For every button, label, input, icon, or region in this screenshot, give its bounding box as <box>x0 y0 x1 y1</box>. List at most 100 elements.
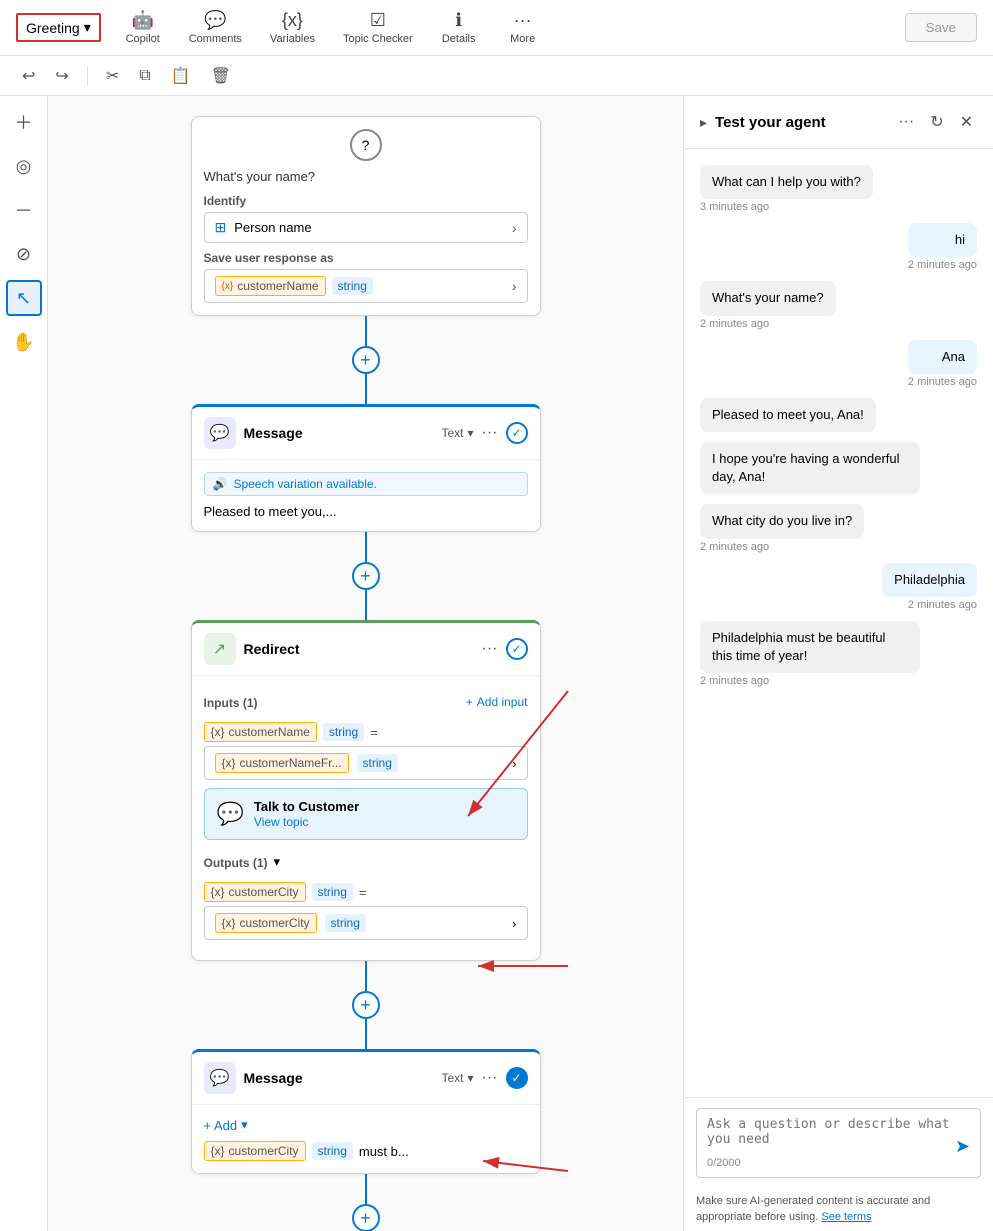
topic-checker-icon: ☑ <box>370 10 386 31</box>
input-var-row-2[interactable]: {x} customerNameFr... string › <box>204 746 528 780</box>
focus-button[interactable]: ◎ <box>6 148 42 184</box>
redirect-menu-btn[interactable]: ··· <box>482 640 498 658</box>
bubble-text-2: What's your name? <box>700 281 836 315</box>
chat-bubble-3: Ana 2 minutes ago <box>908 340 977 388</box>
var-chip: {x} customerName <box>215 276 326 296</box>
view-topic-link[interactable]: View topic <box>254 815 308 829</box>
toolbar-copilot[interactable]: 🤖 Copilot <box>113 6 173 49</box>
bubble-time-6: 2 minutes ago <box>700 541 864 553</box>
bubble-text-0: What can I help you with? <box>700 165 873 199</box>
output-var-chip-1: {x} customerCity <box>204 882 306 902</box>
output-type-2: string <box>325 914 366 932</box>
bubble-time-3: 2 minutes ago <box>908 376 977 388</box>
input-var-name-2: customerNameFr... <box>240 756 342 770</box>
chat-bubble-4: Pleased to meet you, Ana! <box>700 398 876 432</box>
disclaimer-link[interactable]: See terms <box>821 1211 871 1223</box>
connector-7 <box>365 1174 367 1204</box>
outputs-header: Outputs (1) ▾ <box>204 848 528 876</box>
chat-bubble-5: I hope you're having a wonderful day, An… <box>700 442 920 494</box>
flow-container: ? What's your name? Identify ⊞ Person na… <box>88 116 643 1231</box>
input-var-name-1: customerName <box>229 725 310 739</box>
close-btn[interactable]: ✕ <box>956 108 977 136</box>
variables-icon: {x} <box>282 10 303 31</box>
bubble-text-5: I hope you're having a wonderful day, An… <box>700 442 920 494</box>
toolbar-divider <box>87 66 88 86</box>
more-options-btn[interactable]: ··· <box>894 108 918 136</box>
message-menu-btn-2[interactable]: ··· <box>482 1069 498 1087</box>
save-var-row[interactable]: {x} customerName string › <box>204 269 528 303</box>
undo-button[interactable]: ↩ <box>16 62 41 90</box>
city-var-row: {x} customerCity string must b... <box>204 1141 528 1161</box>
zoom-out-button[interactable]: － <box>6 192 42 228</box>
select-button[interactable]: ↖ <box>6 280 42 316</box>
subtoolbar: ↩ ↪ ✂ ⧉ 📋 🗑 <box>0 56 993 96</box>
chat-textarea[interactable] <box>707 1117 955 1157</box>
greeting-dropdown[interactable]: Greeting ▾ <box>16 13 101 42</box>
add-btn-3[interactable]: + <box>352 991 380 1019</box>
redirect-node: ↗ Redirect ··· ✓ Inputs (1) + Add input <box>191 620 541 961</box>
chat-input-area: ➤ 0/2000 <box>684 1097 993 1188</box>
message-title-1: Message <box>244 425 434 441</box>
city-var-name: customerCity <box>229 1144 299 1158</box>
bubble-text-6: What city do you live in? <box>700 504 864 538</box>
add-row[interactable]: + Add ▾ <box>204 1117 528 1133</box>
speech-text: Speech variation available. <box>233 477 376 491</box>
bubble-time-0: 3 minutes ago <box>700 201 873 213</box>
right-panel: ▸ Test your agent ··· ↻ ✕ What can I hel… <box>683 96 993 1231</box>
copilot-icon: 🤖 <box>132 10 154 31</box>
toolbar-topic-checker[interactable]: ☑ Topic Checker <box>331 6 425 49</box>
save-arrow: › <box>512 278 517 294</box>
toolbar-details[interactable]: ℹ Details <box>429 6 489 49</box>
bubble-time-2: 2 minutes ago <box>700 318 836 330</box>
chat-bubble-6: What city do you live in? 2 minutes ago <box>700 504 864 552</box>
toolbar-more[interactable]: ··· More <box>493 6 553 49</box>
add-btn-4[interactable]: + <box>352 1204 380 1231</box>
chat-area: What can I help you with? 3 minutes ago … <box>684 149 993 1097</box>
canvas-area[interactable]: ? What's your name? Identify ⊞ Person na… <box>48 96 683 1231</box>
right-panel-actions: ··· ↻ ✕ <box>894 108 977 136</box>
output-row-1: {x} customerCity string = <box>204 882 528 902</box>
redo-button[interactable]: ↪ <box>49 62 74 90</box>
city-var-type: string <box>312 1142 353 1160</box>
redirect-node-body: Inputs (1) + Add input {x} customerName … <box>192 676 540 960</box>
toolbar-variables[interactable]: {x} Variables <box>258 6 327 49</box>
expand-icon: ▸ <box>700 114 707 131</box>
add-input-btn[interactable]: + Add input <box>466 695 528 709</box>
identify-field[interactable]: ⊞ Person name › <box>204 212 528 243</box>
input-type-1: string <box>323 723 364 741</box>
output-var-row-2[interactable]: {x} customerCity string › <box>204 906 528 940</box>
connector-5 <box>365 961 367 991</box>
zoom-in-button[interactable]: ＋ <box>6 104 42 140</box>
delete-button[interactable]: 🗑 <box>205 62 237 90</box>
message-icon-2: 💬 <box>204 1062 236 1094</box>
question-text: What's your name? <box>204 169 528 184</box>
save-button[interactable]: Save <box>905 13 977 42</box>
ban-button[interactable]: ⊘ <box>6 236 42 272</box>
bubble-time-7: 2 minutes ago <box>882 599 977 611</box>
message-type-badge-2[interactable]: Text ▾ <box>441 1071 473 1085</box>
main-layout: ＋ ◎ － ⊘ ↖ ✋ ? What's your name? Identify… <box>0 96 993 1231</box>
paste-button[interactable]: 📋 <box>165 62 197 90</box>
save-label: Save user response as <box>204 251 528 265</box>
chat-bubble-0: What can I help you with? 3 minutes ago <box>700 165 873 213</box>
greeting-chevron: ▾ <box>84 19 91 36</box>
output-type-1: string <box>312 883 353 901</box>
chat-send-btn[interactable]: ➤ <box>955 1136 970 1157</box>
message-node-2: 💬 Message Text ▾ ··· ✓ + Add ▾ <box>191 1049 541 1174</box>
add-btn-1[interactable]: + <box>352 346 380 374</box>
input-var-chip-1: {x} customerName <box>204 722 317 742</box>
message-menu-btn-1[interactable]: ··· <box>482 424 498 442</box>
question-node: ? What's your name? Identify ⊞ Person na… <box>191 116 541 316</box>
redirect-chat-icon: 💬 <box>217 801 244 827</box>
hand-button[interactable]: ✋ <box>6 324 42 360</box>
add-btn-2[interactable]: + <box>352 562 380 590</box>
outputs-chevron[interactable]: ▾ <box>274 854 281 870</box>
toolbar-comments[interactable]: 💬 Comments <box>177 6 254 49</box>
message-check-2: ✓ <box>506 1067 528 1089</box>
equals-1: = <box>370 725 378 740</box>
message-type-label-1: Text <box>441 426 463 440</box>
refresh-btn[interactable]: ↻ <box>926 108 947 136</box>
message-type-badge-1[interactable]: Text ▾ <box>441 426 473 440</box>
cut-button[interactable]: ✂ <box>100 62 125 90</box>
copy-button[interactable]: ⧉ <box>133 63 156 89</box>
